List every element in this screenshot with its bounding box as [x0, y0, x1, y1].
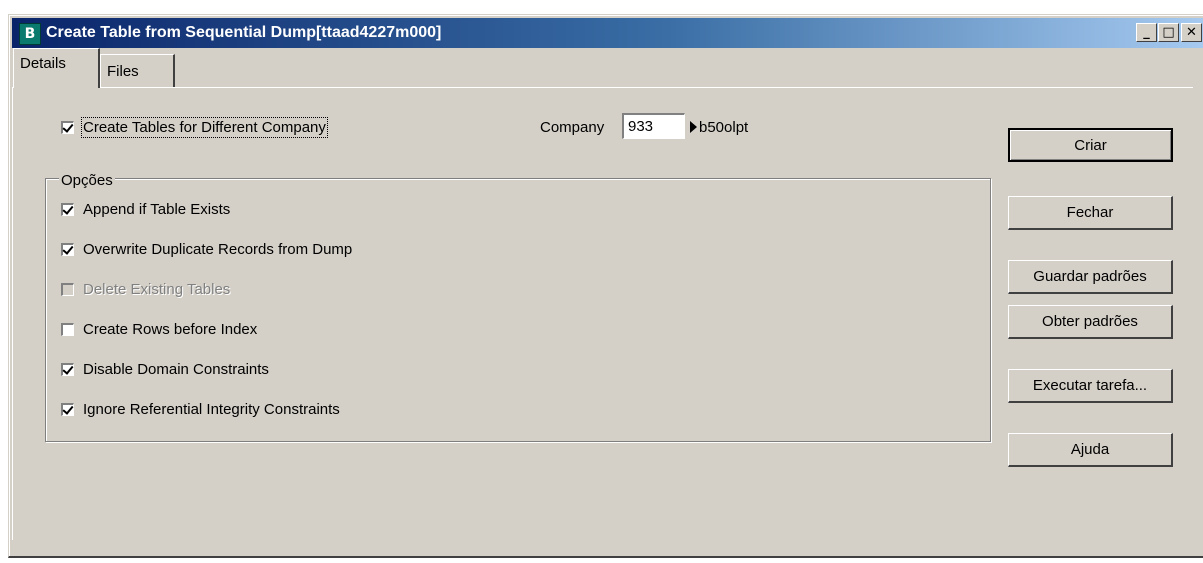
save-defaults-button[interactable]: Guardar padrões [1008, 260, 1173, 294]
maximize-icon[interactable]: □ [1158, 23, 1179, 42]
checkbox-label: Append if Table Exists [83, 201, 231, 218]
checkbox-label: Create Rows before Index [83, 321, 258, 338]
checkbox-box[interactable] [61, 243, 74, 256]
checkbox-label: Disable Domain Constraints [83, 361, 269, 378]
title-bar[interactable]: B Create Table from Sequential Dump[ttaa… [12, 18, 1203, 48]
tab-files[interactable]: Files [100, 54, 175, 88]
create-rows-before-index-checkbox[interactable]: Create Rows before Index [61, 321, 257, 338]
window-controls: _ □ ✕ [1135, 23, 1202, 43]
options-group-legend: Opções [59, 172, 115, 189]
append-if-table-exists-checkbox[interactable]: Append if Table Exists [61, 201, 230, 218]
close-icon[interactable]: ✕ [1181, 23, 1202, 42]
checkbox-box[interactable] [61, 121, 74, 134]
overwrite-duplicate-records-checkbox[interactable]: Overwrite Duplicate Records from Dump [61, 241, 352, 258]
minimize-icon[interactable]: _ [1136, 23, 1157, 42]
zoom-arrow-icon[interactable] [690, 121, 697, 133]
checkbox-box[interactable] [61, 363, 74, 376]
checkbox-box[interactable] [61, 403, 74, 416]
checkbox-box [61, 283, 74, 296]
app-logo-icon[interactable]: B [19, 23, 41, 45]
checkbox-box[interactable] [61, 323, 74, 336]
delete-existing-tables-checkbox: Delete Existing Tables [61, 281, 230, 298]
create-tables-different-company-checkbox[interactable]: Create Tables for Different Company [61, 117, 328, 138]
create-button[interactable]: Criar [1008, 128, 1173, 162]
tab-details[interactable]: Details [13, 48, 100, 88]
checkbox-label: Ignore Referential Integrity Constraints [83, 401, 340, 418]
disable-domain-constraints-checkbox[interactable]: Disable Domain Constraints [61, 361, 269, 378]
checkbox-label: Overwrite Duplicate Records from Dump [83, 241, 353, 258]
checkbox-label: Delete Existing Tables [83, 281, 231, 298]
window-title: Create Table from Sequential Dump[ttaad4… [46, 24, 442, 41]
checkbox-label: Create Tables for Different Company [81, 117, 328, 138]
run-job-button[interactable]: Executar tarefa... [1008, 369, 1173, 403]
company-field[interactable] [622, 113, 685, 139]
company-description: b50olpt [699, 119, 749, 136]
company-label: Company [540, 119, 605, 136]
close-button[interactable]: Fechar [1008, 196, 1173, 230]
help-button[interactable]: Ajuda [1008, 433, 1173, 467]
checkbox-box[interactable] [61, 203, 74, 216]
ignore-referential-integrity-checkbox[interactable]: Ignore Referential Integrity Constraints [61, 401, 340, 418]
get-defaults-button[interactable]: Obter padrões [1008, 305, 1173, 339]
